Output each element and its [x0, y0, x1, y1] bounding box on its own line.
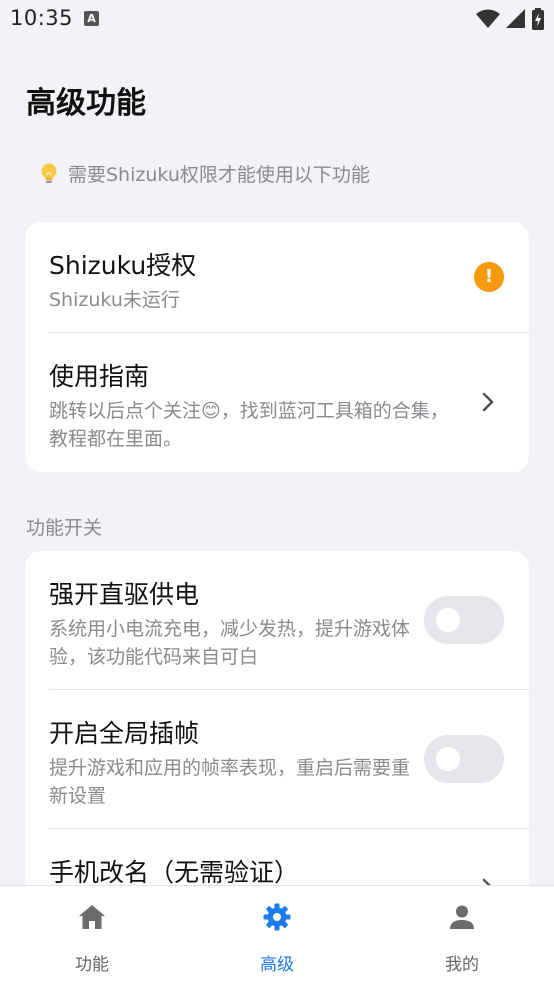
hint-text: 需要Shizuku权限才能使用以下功能: [68, 164, 370, 186]
guide-title: 使用指南: [49, 362, 150, 391]
feature-row-frame-interp: 开启全局插帧 提升游戏和应用的帧率表现，重启后需要重新设置: [25, 690, 529, 828]
lightbulb-icon: [41, 163, 57, 183]
feature-title: 手机改名（无需验证）: [49, 858, 300, 887]
shizuku-card: Shizuku授权 Shizuku未运行 ! 使用指南 跳转以后点个关注😊，找到…: [25, 222, 529, 472]
person-icon: [450, 905, 474, 929]
gear-icon: [263, 903, 291, 931]
toggle-knob: [436, 747, 460, 771]
feature-desc: 提升游戏和应用的帧率表现，重启后需要重新设置: [49, 757, 411, 807]
frame-interp-toggle[interactable]: [424, 735, 504, 783]
chevron-right-icon: [482, 392, 494, 412]
warning-icon: !: [474, 262, 504, 292]
nav-item-advanced[interactable]: 高级: [185, 886, 369, 985]
status-time: 10:35: [10, 6, 74, 30]
home-icon: [79, 905, 105, 929]
guide-desc: 跳转以后点个关注😊，找到蓝河工具箱的合集，教程都在里面。: [49, 400, 449, 450]
battery-icon: [532, 8, 544, 30]
toggle-knob: [436, 608, 460, 632]
section-label: 功能开关: [26, 517, 103, 539]
nav-label: 高级: [260, 955, 294, 975]
status-icons: [476, 8, 544, 30]
guide-row[interactable]: 使用指南 跳转以后点个关注😊，找到蓝河工具箱的合集，教程都在里面。: [25, 333, 529, 472]
nav-label: 我的: [445, 955, 479, 975]
nav-item-features[interactable]: 功能: [0, 886, 184, 985]
shizuku-auth-title: Shizuku授权: [49, 251, 197, 280]
page-title: 高级功能: [26, 86, 146, 121]
hint-row: 需要Shizuku权限才能使用以下功能: [38, 160, 370, 187]
feature-title: 开启全局插帧: [49, 719, 200, 748]
status-bar: 10:35 A: [0, 0, 554, 38]
notification-icon: A: [84, 11, 99, 26]
features-card: 强开直驱供电 系统用小电流充电，减少发热，提升游戏体验，该功能代码来自可白 开启…: [25, 551, 529, 911]
feature-title: 强开直驱供电: [49, 580, 200, 609]
feature-desc: 系统用小电流充电，减少发热，提升游戏体验，该功能代码来自可白: [49, 618, 411, 668]
shizuku-auth-row[interactable]: Shizuku授权 Shizuku未运行 !: [25, 222, 529, 332]
bottom-nav: 功能 高级 我的: [0, 885, 554, 985]
shizuku-auth-status: Shizuku未运行: [49, 289, 180, 311]
wifi-icon: [476, 9, 500, 28]
nav-item-mine[interactable]: 我的: [370, 886, 554, 985]
signal-icon: [506, 9, 525, 28]
feature-row-direct-power: 强开直驱供电 系统用小电流充电，减少发热，提升游戏体验，该功能代码来自可白: [25, 551, 529, 689]
direct-power-toggle[interactable]: [424, 596, 504, 644]
nav-label: 功能: [75, 955, 109, 975]
